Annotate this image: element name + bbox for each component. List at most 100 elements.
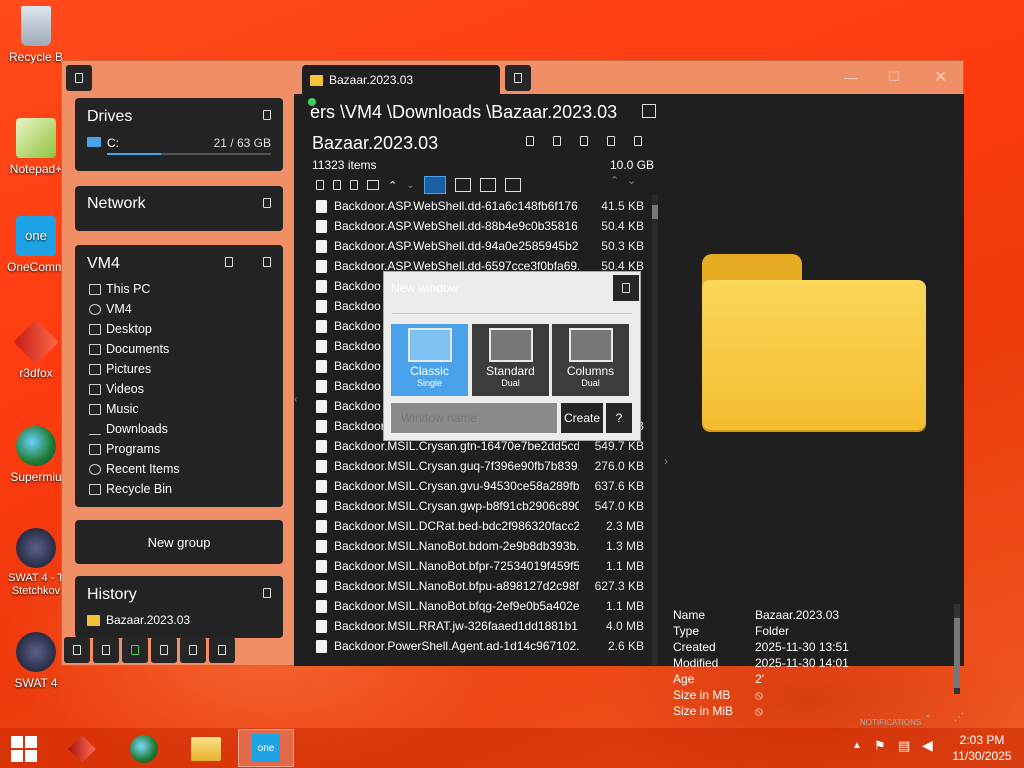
drives-options-button[interactable] [263,110,271,120]
action-icon[interactable] [607,136,615,146]
taskbar-supermium[interactable] [120,732,168,766]
list-view-button[interactable] [423,176,446,194]
nav-item-music[interactable]: Music [89,399,180,419]
chevron-down-icon[interactable]: ⌄ [406,180,414,191]
file-row[interactable]: Backdoor.MSIL.NanoBot.bfqg-2ef9e0b5a402e… [316,596,646,616]
taskbar-file-explorer[interactable] [182,732,230,766]
create-button[interactable]: Create [561,403,603,433]
nav-item-recycle-bin[interactable]: Recycle Bin [89,479,180,499]
file-row[interactable]: Backdoor.ASP.WebShell.dd-88b4e9c0b35816.… [316,216,646,236]
volume-icon[interactable]: ◀ [922,737,933,754]
toolbar-button-6[interactable] [209,637,235,663]
clock[interactable]: 2:03 PM 11/30/2025 [950,732,1014,764]
drive-c[interactable]: C: 21 / 63 GB [87,136,271,158]
toolbar-button-3[interactable] [122,637,148,663]
desktop-icon-swat4-stetchkov[interactable]: SWAT 4 - T Stetchkov [4,528,68,598]
tray-overflow-icon[interactable]: ▲ [852,740,862,751]
scroll-thumb[interactable] [652,205,658,219]
taskbar-r3dfox[interactable] [58,732,106,766]
close-button[interactable]: ✕ [934,67,947,87]
vm4-options-button[interactable] [263,257,271,267]
file-row[interactable]: Backdoor.MSIL.NanoBot.bdom-2e9b8db393b..… [316,536,646,556]
desktop-icon-supermium[interactable]: Supermiu [4,426,68,484]
recent-icon [89,463,101,475]
nav-item-desktop[interactable]: Desktop [89,319,180,339]
collapse-left-icon[interactable]: ‹ [294,394,297,405]
file-row[interactable]: Backdoor.MSIL.Crysan.gvu-94530ce58a289fb… [316,476,646,496]
file-row[interactable]: Backdoor.ASP.WebShell.dd-94a0e2585945b2.… [316,236,646,256]
network-panel[interactable]: Network [75,186,283,231]
menu-button[interactable] [66,65,92,91]
toolbar-icon[interactable] [350,180,358,190]
flag-icon[interactable]: ⚑ [874,738,886,754]
toolbar-icon[interactable] [333,180,341,190]
action-icon[interactable] [580,136,588,146]
columns-view-icon[interactable] [642,104,656,118]
nav-item-videos[interactable]: Videos [89,379,180,399]
history-options-button[interactable] [263,588,271,598]
new-tab-button[interactable] [505,65,531,91]
file-row[interactable]: Backdoor.MSIL.Crysan.gwp-b8f91cb2906c890… [316,496,646,516]
file-row[interactable]: Backdoor.MSIL.NanoBot.bfpu-a898127d2c98f… [316,576,646,596]
new-group-button[interactable]: New group [75,520,283,564]
network-options-button[interactable] [263,198,271,208]
nav-item-documents[interactable]: Documents [89,339,180,359]
notifications-chevron-icon[interactable]: ⌃ [924,714,932,725]
file-row[interactable]: Backdoor.MSIL.RRAT.jw-326faaed1dd1881b1.… [316,616,646,636]
tab-active[interactable]: Bazaar.2023.03 [302,65,500,95]
chevron-up-icon[interactable]: ⌃ [388,179,397,192]
action-icon[interactable] [634,136,642,146]
notifications-label[interactable]: NOTIFICATIONS [860,718,921,727]
minimize-button[interactable]: — [844,69,858,85]
toolbar-button-4[interactable] [151,637,177,663]
toolbar-button-5[interactable] [180,637,206,663]
start-button[interactable] [0,732,48,766]
desktop-icon-onecommander[interactable]: one OneComm [4,216,68,274]
history-item[interactable]: Bazaar.2023.03 [87,613,190,627]
action-icon[interactable] [553,136,561,146]
dialog-close-button[interactable] [613,275,639,301]
toolbar-button-2[interactable] [93,637,119,663]
grid-view-button[interactable] [504,178,521,192]
file-icon [316,479,327,493]
network-icon[interactable]: ▤ [898,738,910,754]
vm4-pin-button[interactable] [225,257,233,267]
taskbar-onecommander[interactable]: one [238,729,294,767]
folder-outline-icon[interactable] [367,180,379,190]
file-size: 549.7 KB [594,439,644,453]
file-row[interactable]: Backdoor.MSIL.NanoBot.bfpr-72534019f459f… [316,556,646,576]
sort-up-icon[interactable]: ⌃ [610,174,619,187]
toolbar-icon[interactable] [316,180,324,190]
desktop-icon-r3dfox[interactable]: r3dfox [4,319,68,380]
mode-columns[interactable]: Columns Dual [552,324,629,396]
desktop-icon-recycle-bin[interactable]: Recycle B [4,6,68,64]
file-row[interactable]: Backdoor.ASP.WebShell.dd-61a6c148fb6f176… [316,196,646,216]
sort-down-icon[interactable]: ⌄ [627,174,636,187]
maximize-button[interactable]: ☐ [888,69,900,85]
nav-item-this-pc[interactable]: This PC [89,279,180,299]
file-row[interactable]: Backdoor.PowerShell.Agent.ad-1d14c967102… [316,636,646,656]
address-path[interactable]: ers \VM4 \Downloads \Bazaar.2023.03 [310,102,617,123]
nav-item-programs[interactable]: Programs [89,439,180,459]
nav-item-pictures[interactable]: Pictures [89,359,180,379]
mode-standard[interactable]: Standard Dual [472,324,549,396]
nav-item-vm4[interactable]: VM4 [89,299,180,319]
action-icon[interactable] [526,136,534,146]
tree-view-button[interactable] [479,178,496,192]
file-list-scrollbar[interactable] [652,195,658,665]
window-name-input[interactable] [391,403,557,433]
help-button[interactable]: ? [606,403,632,433]
properties-scrollbar[interactable] [954,604,960,694]
scroll-thumb[interactable] [954,618,960,688]
nav-item-recent-items[interactable]: Recent Items [89,459,180,479]
file-row[interactable]: Backdoor.MSIL.DCRat.bed-bdc2f986320facc2… [316,516,646,536]
expand-right-icon[interactable]: › [664,454,668,468]
detail-view-button[interactable] [454,178,471,192]
desktop-icon-swat4[interactable]: SWAT 4 [4,632,68,690]
mode-classic[interactable]: Classic Single [391,324,468,396]
toolbar-button-1[interactable] [64,637,90,663]
nav-item-downloads[interactable]: Downloads [89,419,180,439]
resize-grip-icon[interactable]: ⋰ [954,712,964,723]
file-row[interactable]: Backdoor.MSIL.Crysan.guq-7f396e90fb7b839… [316,456,646,476]
desktop-icon-notepad[interactable]: Notepad+ [4,118,68,176]
